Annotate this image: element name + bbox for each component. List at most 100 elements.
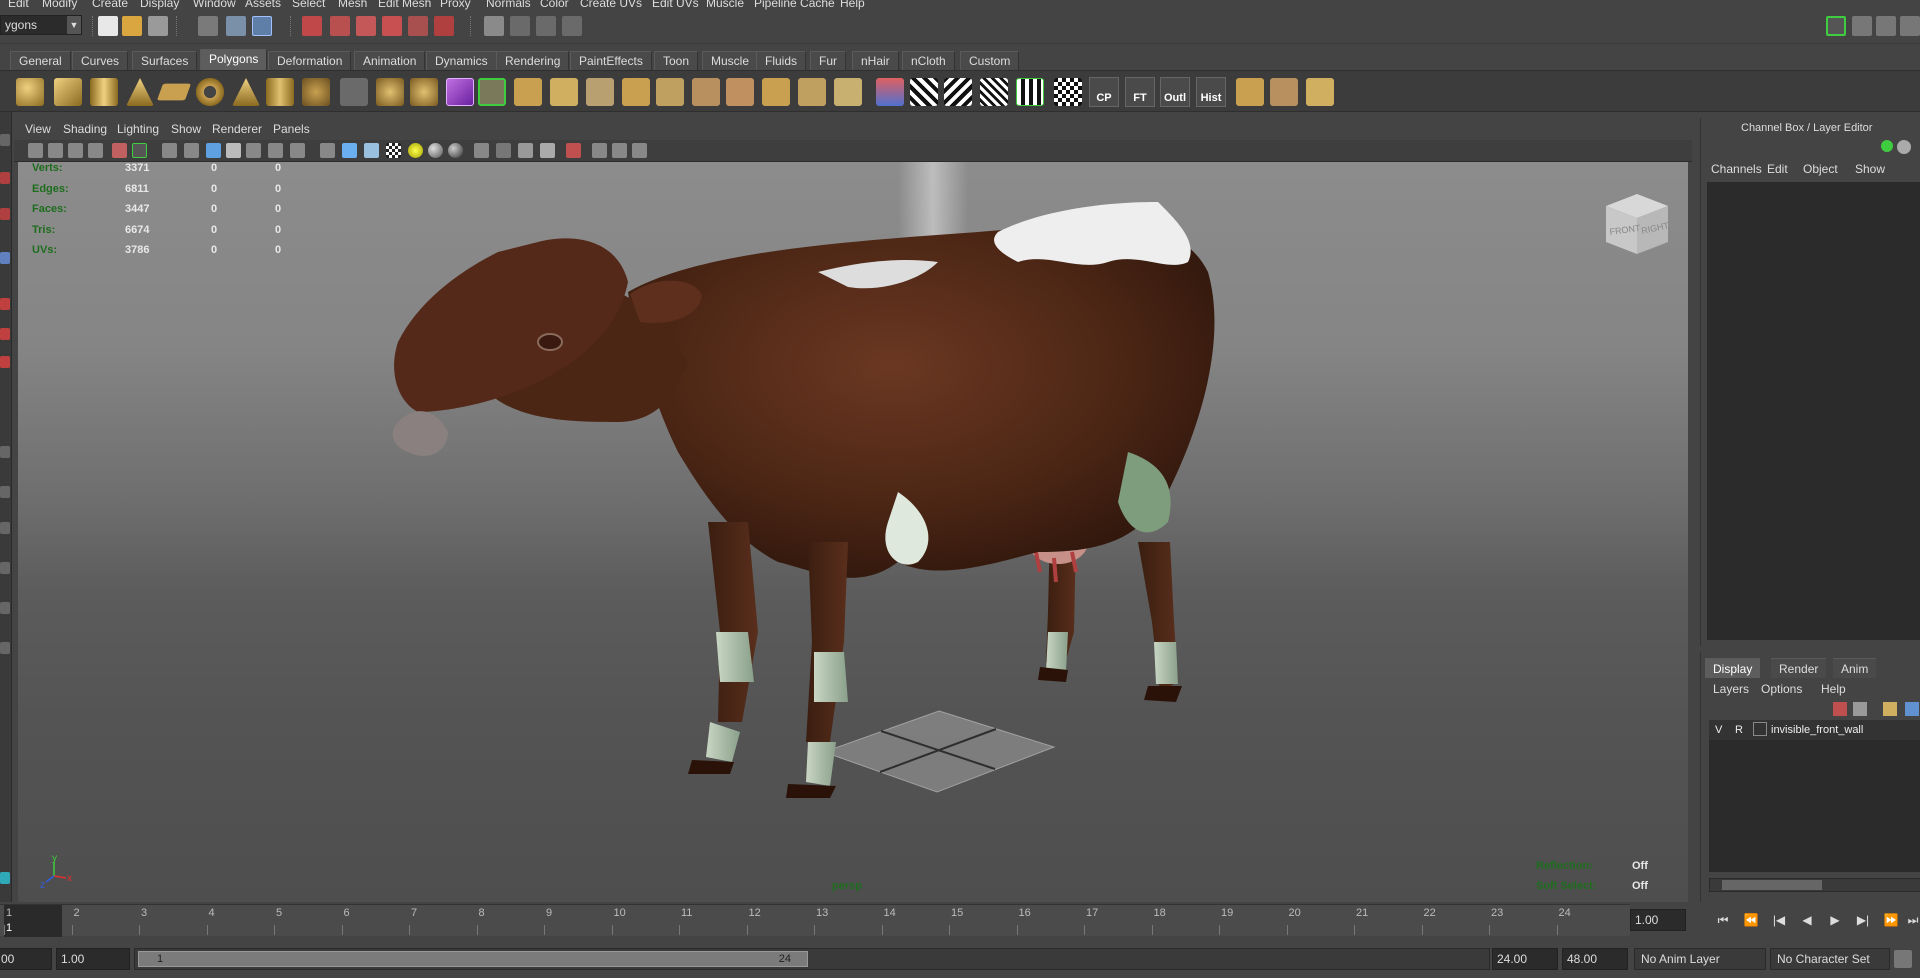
toggle-sidebar-icon[interactable] [1826,16,1846,36]
screen-space-ao-icon[interactable] [448,143,463,158]
planar-mapping-icon[interactable] [910,78,938,106]
isolate-select-icon[interactable] [474,143,489,158]
channel-box-toggle-icon[interactable] [1900,16,1920,36]
help-menu[interactable]: Help [1821,682,1846,696]
panel-menu-view[interactable]: View [25,122,51,136]
magnet-icon[interactable] [434,16,454,36]
wedge-face-icon[interactable] [798,78,826,106]
textured-icon[interactable] [386,143,401,158]
panel-menu-shading[interactable]: Shading [63,122,107,136]
menu-proxy[interactable]: Proxy [440,0,471,10]
paint-select-icon[interactable] [0,208,10,220]
layer-row[interactable]: V R invisible_front_wall [1709,720,1920,740]
menu-window[interactable]: Window [193,0,236,10]
menu-color[interactable]: Color [540,0,569,10]
current-frame-marker[interactable]: 1 [4,905,62,937]
freeze-transform-icon[interactable] [1236,78,1264,106]
resolution-gate-icon[interactable] [184,143,199,158]
ipr-render-icon[interactable] [536,16,556,36]
cow-model[interactable] [18,162,1688,902]
smooth-shade-icon[interactable] [342,143,357,158]
current-time-field[interactable]: 1.00 [1630,909,1686,931]
poly-pipe-icon[interactable] [266,78,294,106]
layout-custom-icon[interactable] [0,872,10,884]
render-view-icon[interactable] [484,16,504,36]
tab-dynamics[interactable]: Dynamics [426,51,497,70]
panel-menu-show[interactable]: Show [171,122,201,136]
tab-curves[interactable]: Curves [72,51,129,70]
step-forward-frame-icon[interactable]: ▶| [1854,911,1872,929]
cylindrical-mapping-icon[interactable] [944,78,972,106]
menu-edit[interactable]: Edit [8,0,29,10]
ft-button[interactable]: FT [1125,77,1155,107]
poly-cylinder-icon[interactable] [90,78,118,106]
tool-settings-icon[interactable] [1876,16,1896,36]
rotate-tool-icon[interactable] [0,298,10,310]
layout-four-icon[interactable] [0,486,10,498]
menu-set-selector[interactable]: ygons ▼ [0,15,82,35]
tab-ncloth[interactable]: nCloth [902,51,955,70]
menu-assets[interactable]: Assets [245,0,281,10]
separate-icon[interactable] [376,78,404,106]
poly-plane-icon[interactable] [156,83,192,101]
use-all-lights-icon[interactable] [408,143,423,158]
new-layer-icon[interactable] [1833,702,1847,716]
render-settings-icon[interactable] [562,16,582,36]
play-forwards-icon[interactable]: ▶ [1826,911,1844,929]
bevel-icon[interactable] [762,78,790,106]
menu-create[interactable]: Create [92,0,128,10]
delete-history-icon[interactable] [1306,78,1334,106]
poke-face-icon[interactable] [834,78,862,106]
wireframe-icon[interactable] [290,143,305,158]
poly-soccer-ball-icon[interactable] [302,78,330,106]
camera-bookmark-icon[interactable] [48,143,63,158]
bridge-icon[interactable] [550,78,578,106]
layer-color-swatch[interactable] [1753,722,1767,736]
history-button[interactable]: Hist [1196,77,1226,107]
layer-scrollbar-thumb[interactable] [1722,880,1822,890]
new-layer-selected-icon[interactable] [1853,702,1867,716]
scale-tool-icon[interactable] [0,328,10,340]
tab-rendering[interactable]: Rendering [496,51,570,70]
attribute-editor-icon[interactable] [1852,16,1872,36]
append-polygon-icon[interactable] [586,78,614,106]
panel-menu-lighting[interactable]: Lighting [117,122,159,136]
xray-joints-icon[interactable] [518,143,533,158]
snap-point-icon[interactable] [356,16,376,36]
safe-action-icon[interactable] [246,143,261,158]
menu-edit-uvs[interactable]: Edit UVs [652,0,699,10]
go-to-end-icon[interactable]: ⏭ [1904,911,1920,929]
uv-texture-editor-icon[interactable] [1054,78,1082,106]
shadows-icon[interactable] [428,143,443,158]
tab-nhair[interactable]: nHair [852,51,899,70]
wireframe-mode-icon[interactable] [320,143,335,158]
menu-display[interactable]: Display [140,0,179,10]
tab-deformation[interactable]: Deformation [268,51,352,70]
manipulator-icon[interactable] [0,356,10,368]
tab-fur[interactable]: Fur [810,51,846,70]
channel-box-list[interactable] [1707,182,1920,640]
panel-menu-panels[interactable]: Panels [273,122,310,136]
character-set-dropdown[interactable]: No Character Set [1770,948,1890,970]
layout-single-icon[interactable] [0,446,10,458]
extrude-icon[interactable] [514,78,542,106]
make-live-icon[interactable] [408,16,428,36]
time-slider-track[interactable]: 1 1 2 3 4 5 6 7 8 9 10 11 12 13 14 15 16 17 18 19 20 21 22 23 2… [0,904,1630,937]
lasso-tool-icon[interactable] [0,172,10,184]
channels-menu[interactable]: Channels [1711,162,1762,176]
grid-toggle-icon[interactable] [132,143,147,158]
smooth-icon[interactable] [410,78,438,106]
step-forward-key-icon[interactable]: ⏩ [1882,911,1900,929]
tab-render[interactable]: Render [1771,658,1827,678]
layer-move-icon[interactable] [1905,702,1919,716]
insert-edge-loop-icon[interactable] [656,78,684,106]
split-polygon-icon[interactable] [622,78,650,106]
spherical-mapping-icon[interactable] [980,78,1008,106]
select-tool-icon[interactable] [0,134,10,146]
menu-create-uvs[interactable]: Create UVs [580,0,642,10]
layer-options-icon[interactable] [1883,702,1897,716]
save-scene-icon[interactable] [148,16,168,36]
image-plane-icon[interactable] [68,143,83,158]
menu-normals[interactable]: Normals [486,0,531,10]
layer-reference-toggle[interactable]: R [1735,724,1743,736]
